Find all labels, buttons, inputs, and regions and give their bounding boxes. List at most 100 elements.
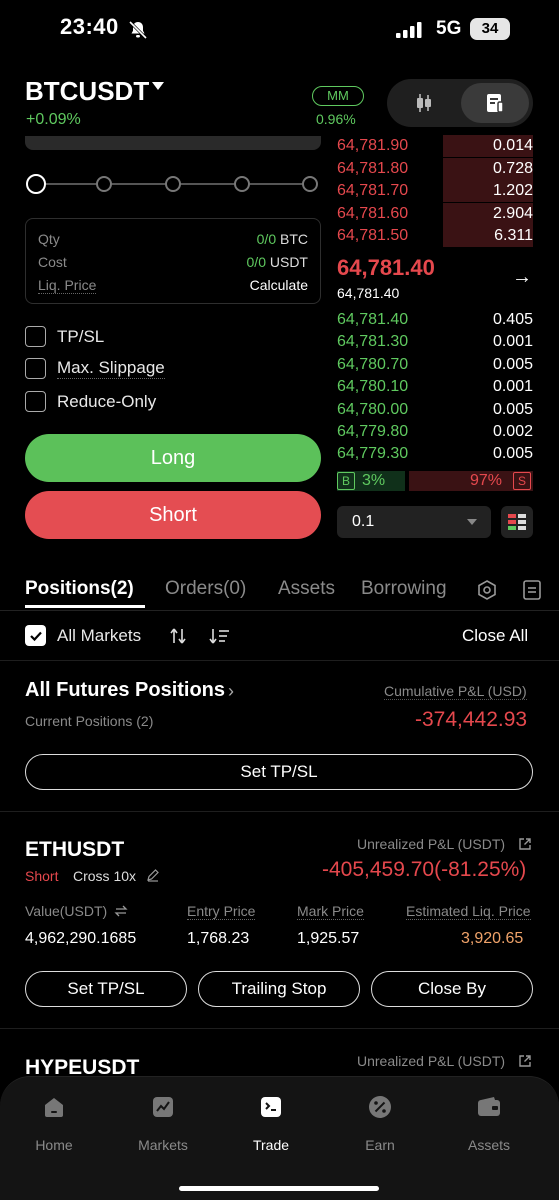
liq-label: Liq. Price — [38, 277, 97, 294]
close-all-button[interactable]: Close All — [462, 626, 528, 646]
cost-label: Cost — [38, 254, 67, 270]
swap-icon[interactable] — [114, 904, 128, 918]
nav-earn[interactable]: Earn — [335, 1094, 425, 1153]
calculate-link[interactable]: Calculate — [250, 277, 308, 294]
battery-icon: 34 — [470, 18, 510, 40]
tab-borrowing[interactable]: Borrowing — [361, 578, 447, 600]
trade-icon — [261, 1097, 281, 1117]
nav-markets[interactable]: Markets — [118, 1094, 208, 1153]
ask-price: 64,781.70 — [337, 182, 409, 199]
tab-positions[interactable]: Positions(2) — [25, 578, 134, 600]
mm-badge[interactable]: MM — [312, 86, 364, 106]
qty-row: Qty 0/0 BTC — [38, 231, 308, 247]
slider-node[interactable] — [234, 176, 250, 192]
short-button[interactable]: Short — [25, 491, 321, 539]
check-icon — [29, 631, 42, 641]
nav-trade[interactable]: Trade — [226, 1094, 316, 1153]
bid-row[interactable]: 64,781.40 0.405 — [337, 309, 533, 331]
caret-down-icon[interactable] — [152, 82, 164, 90]
bid-qty: 0.001 — [492, 378, 533, 396]
slider-node[interactable] — [165, 176, 181, 192]
ask-row[interactable]: 64,781.50 6.311 — [337, 225, 533, 247]
ask-qty: 6.311 — [494, 227, 533, 244]
unrealized-pnl-label: Unrealized P&L (USDT) — [357, 1053, 506, 1069]
entry-price-value: 1,768.23 — [187, 930, 250, 947]
cumulative-pnl-value: -374,442.93 — [415, 708, 528, 731]
filter-sort-icon[interactable] — [208, 626, 230, 646]
set-tpsl-button[interactable]: Set TP/SL — [25, 971, 187, 1007]
bell-muted-icon — [128, 20, 148, 40]
share-icon[interactable] — [518, 837, 532, 851]
nav-home[interactable]: Home — [9, 1094, 99, 1153]
bid-price: 64,780.70 — [337, 355, 409, 373]
slippage-label: Max. Slippage — [57, 358, 165, 379]
current-positions-label: Current Positions (2) — [25, 713, 154, 729]
close-by-button[interactable]: Close By — [371, 971, 533, 1007]
all-markets-label: All Markets — [57, 626, 142, 645]
ask-row[interactable]: 64,781.70 1.202 — [337, 180, 533, 202]
ask-row[interactable]: 64,781.60 2.904 — [337, 202, 533, 225]
arrow-right-icon[interactable]: → — [512, 266, 532, 289]
liq-row: Liq. Price Calculate — [38, 277, 308, 294]
bid-row[interactable]: 64,780.00 0.005 — [337, 399, 533, 421]
caret-down-icon — [467, 519, 477, 525]
bid-qty: 0.405 — [492, 311, 533, 328]
divider — [0, 1028, 559, 1029]
tab-assets[interactable]: Assets — [278, 578, 335, 600]
tpsl-checkbox[interactable] — [25, 326, 46, 347]
tab-divider — [0, 610, 559, 611]
qty-label: Qty — [38, 231, 60, 247]
status-time: 23:40 — [60, 14, 119, 39]
home-indicator — [179, 1186, 379, 1191]
network-type: 5G — [436, 18, 462, 39]
ask-row[interactable]: 64,781.80 0.728 — [337, 157, 533, 180]
slider-node[interactable] — [96, 176, 112, 192]
ask-price: 64,781.80 — [337, 159, 409, 177]
bid-price: 64,779.80 — [337, 423, 409, 440]
reduce-only-option[interactable]: Reduce-Only — [25, 391, 156, 412]
nav-assets[interactable]: Assets — [444, 1094, 534, 1153]
bid-row[interactable]: 64,780.10 0.001 — [337, 376, 533, 398]
position-side: Short — [25, 868, 59, 884]
ask-qty: 2.904 — [492, 204, 533, 222]
markets-chart-icon — [153, 1097, 173, 1117]
tab-orders[interactable]: Orders(0) — [165, 578, 246, 600]
share-icon[interactable] — [518, 1054, 532, 1068]
price-change: +0.09% — [26, 111, 81, 128]
long-button[interactable]: Long — [25, 434, 321, 482]
history-icon[interactable] — [522, 579, 542, 601]
candlestick-view-button[interactable] — [392, 83, 456, 123]
slider-node[interactable] — [302, 176, 318, 192]
trade-view-button[interactable] — [461, 83, 529, 123]
bid-row[interactable]: 64,779.30 0.005 — [337, 443, 533, 465]
edit-icon[interactable] — [146, 868, 160, 882]
sort-icon[interactable] — [168, 626, 188, 646]
price-input[interactable] — [25, 136, 321, 150]
position-symbol[interactable]: ETHUSDT — [25, 838, 124, 862]
ask-price: 64,781.90 — [337, 137, 409, 154]
tpsl-label: TP/SL — [57, 326, 105, 346]
slippage-checkbox[interactable] — [25, 358, 46, 379]
bid-row[interactable]: 64,781.30 0.001 — [337, 331, 533, 353]
settings-hex-icon[interactable] — [476, 579, 498, 601]
slippage-option[interactable]: Max. Slippage — [25, 358, 165, 379]
bid-row[interactable]: 64,780.70 0.005 — [337, 354, 533, 376]
mark-price-value: 1,925.57 — [297, 930, 360, 947]
set-tpsl-all-button[interactable]: Set TP/SL — [25, 754, 533, 790]
bid-row[interactable]: 64,779.80 0.002 — [337, 421, 533, 443]
symbol-selector[interactable]: BTCUSDT — [25, 76, 149, 107]
slider-node[interactable] — [26, 174, 46, 194]
reduce-only-checkbox[interactable] — [25, 391, 46, 412]
reduce-only-label: Reduce-Only — [57, 391, 157, 411]
tpsl-option[interactable]: TP/SL — [25, 326, 104, 347]
orderbook-layout-button[interactable] — [501, 506, 533, 538]
trailing-stop-button[interactable]: Trailing Stop — [198, 971, 360, 1007]
ask-qty: 0.014 — [492, 137, 533, 154]
chevron-right-icon[interactable]: › — [228, 681, 234, 702]
bid-price: 64,781.40 — [337, 311, 409, 328]
wallet-icon — [478, 1097, 500, 1116]
all-markets-checkbox[interactable] — [25, 625, 46, 646]
all-futures-positions-link[interactable]: All Futures Positions — [25, 679, 225, 702]
ask-row[interactable]: 64,781.90 0.014 — [337, 135, 533, 157]
divider — [0, 811, 559, 812]
